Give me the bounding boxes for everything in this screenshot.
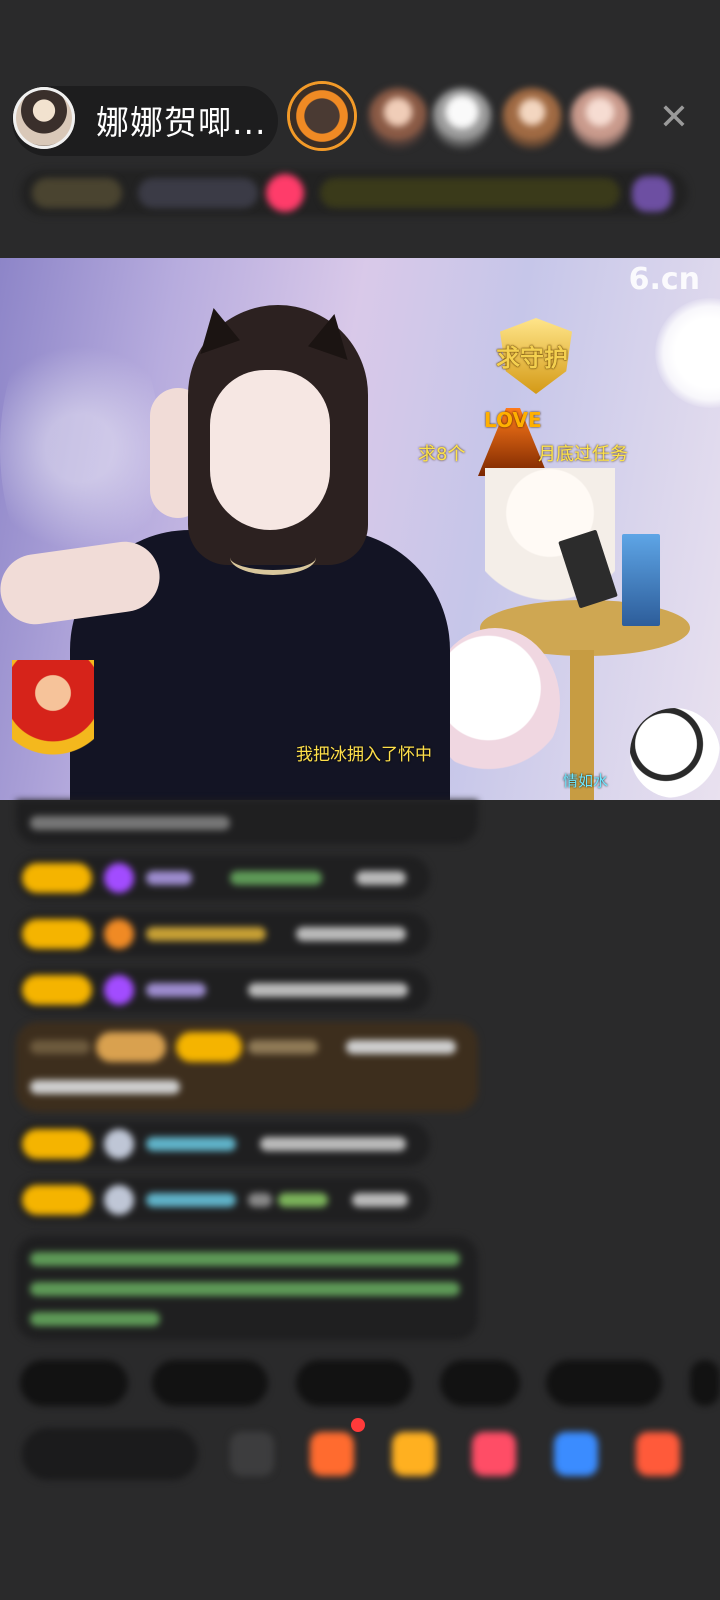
picture-icon[interactable]	[230, 1432, 274, 1476]
activity-icon[interactable]	[632, 176, 672, 212]
anchor-avatar[interactable]	[13, 87, 75, 149]
chat-message	[16, 968, 430, 1012]
chat-message	[16, 1122, 430, 1166]
shield-label: 求守护	[496, 344, 568, 372]
necklace	[230, 540, 316, 575]
follow-button[interactable]	[266, 174, 304, 212]
fluffy-lamp	[655, 298, 720, 408]
viewer-avatar[interactable]	[432, 88, 492, 148]
notification-dot	[351, 1418, 365, 1432]
chat-message	[16, 800, 478, 844]
cow-plush	[630, 708, 720, 798]
rank-chip[interactable]	[32, 178, 122, 208]
heart-gift-icon[interactable]	[472, 1432, 516, 1476]
book	[622, 534, 660, 626]
gift-box-icon[interactable]	[310, 1432, 354, 1476]
chat-message	[16, 856, 430, 900]
chat-input[interactable]	[22, 1428, 198, 1480]
fans-chip[interactable]	[138, 178, 258, 208]
chat-message	[16, 912, 430, 956]
system-notice	[16, 1236, 478, 1340]
sticker-left: 求8个	[418, 444, 466, 465]
close-icon[interactable]: ✕	[656, 100, 692, 136]
streamer-face	[210, 370, 330, 530]
video-caption: 我把冰拥入了怀中	[296, 745, 432, 765]
quick-reply-chip[interactable]	[152, 1360, 268, 1406]
viewer-avatar[interactable]	[570, 88, 630, 148]
chat-message	[16, 1178, 430, 1222]
quick-reply-chip[interactable]	[690, 1360, 720, 1406]
chat-message-highlighted	[16, 1022, 478, 1112]
task-chip[interactable]	[320, 178, 620, 208]
love-label: LOVE	[484, 408, 542, 432]
sticker-right: 月底过任务	[538, 444, 628, 465]
viewer-avatar[interactable]	[368, 88, 428, 148]
viewer-avatar[interactable]	[290, 84, 354, 148]
red-packet-icon[interactable]	[392, 1432, 436, 1476]
quick-reply-chip[interactable]	[546, 1360, 662, 1406]
gift-icon[interactable]	[636, 1432, 680, 1476]
quick-reply-chip[interactable]	[296, 1360, 412, 1406]
live-video[interactable]: 6.cn 求守护 求8个 LOVE 月底过任务 我把冰拥入了怀中 情如水	[0, 258, 720, 800]
blue-gift-icon[interactable]	[554, 1432, 598, 1476]
quick-reply-chip[interactable]	[440, 1360, 520, 1406]
quick-reply-chip[interactable]	[20, 1360, 128, 1406]
viewer-avatar[interactable]	[502, 88, 562, 148]
fortune-god-sticker	[12, 660, 94, 770]
anchor-name[interactable]: 娜娜贺唧...	[96, 96, 276, 144]
corner-tag: 情如水	[563, 772, 609, 790]
platform-logo: 6.cn	[628, 262, 700, 297]
